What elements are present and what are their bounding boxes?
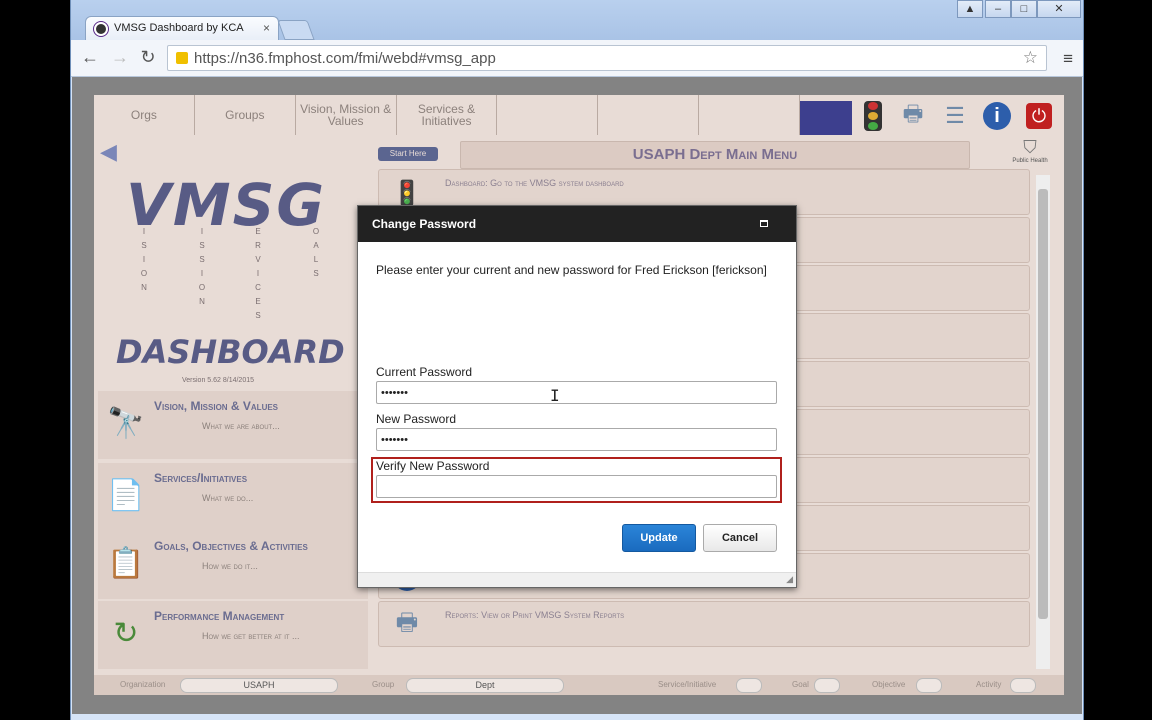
tab-strip: VMSG Dashboard by KCA × ▲ – □ ✕	[71, 0, 1083, 41]
public-health-logo: ⛉ Public Health	[1012, 137, 1048, 167]
forward-button[interactable]: →	[109, 47, 131, 68]
public-health-label: Public Health	[1012, 158, 1048, 164]
version-text: Version 5.62 8/14/2015	[182, 377, 255, 384]
favicon-icon	[94, 22, 108, 36]
clipboard-icon: 📋	[107, 546, 145, 580]
side-item-title: Vision, Mission & Values	[154, 399, 279, 413]
goal-field[interactable]	[814, 678, 840, 693]
update-button[interactable]: Update	[622, 524, 696, 552]
goal-label: Goal	[792, 680, 809, 689]
tab-close-icon[interactable]: ×	[263, 21, 270, 35]
printer-icon: 🖶	[395, 608, 419, 636]
url-host: https://n36.fmphost.com	[194, 50, 355, 67]
dialog-footer: ◢	[358, 572, 796, 587]
tab-blank-1[interactable]	[497, 95, 599, 135]
verify-password-label: Verify New Password	[376, 459, 490, 473]
objective-label: Objective	[872, 680, 906, 689]
objective-field[interactable]	[916, 678, 942, 693]
org-field[interactable]: USAPH	[180, 678, 338, 693]
new-tab-button[interactable]	[277, 20, 315, 40]
url-text: https://n36.fmphost.com/fmi/webd#vmsg_ap…	[194, 50, 496, 67]
current-password-field[interactable]	[376, 381, 777, 404]
printer-icon[interactable]: 🖶	[896, 99, 930, 133]
new-password-label: New Password	[376, 412, 457, 426]
cancel-button[interactable]: Cancel	[703, 524, 777, 552]
dashboard-logo: DASHBOARD	[116, 333, 345, 371]
dialog-header[interactable]: Change Password	[358, 206, 796, 242]
telescope-icon: 🔭	[107, 406, 145, 440]
active-nav-indicator	[800, 101, 852, 135]
change-password-dialog: Change Password Please enter your curren…	[357, 205, 797, 588]
tab-blank-2[interactable]	[598, 95, 700, 135]
start-here-button[interactable]: Start Here	[378, 147, 438, 161]
top-nav: Orgs Groups Vision, Mission & Values Ser…	[94, 95, 801, 135]
logo-letters-services: ERVICES	[255, 227, 261, 320]
traffic-light-icon[interactable]	[856, 99, 890, 133]
maximize-button[interactable]: □	[1011, 0, 1037, 18]
side-item-vision[interactable]: 🔭 Vision, Mission & Values What we are a…	[98, 391, 368, 459]
tab-orgs[interactable]: Orgs	[94, 95, 195, 135]
tab-title: VMSG Dashboard by KCA	[114, 22, 244, 34]
list-icon[interactable]: ☰	[938, 99, 972, 133]
dialog-title: Change Password	[372, 217, 477, 231]
menu-row-text: Dashboard: Go to the VMSG system dashboa…	[445, 178, 624, 188]
tab-blank-3[interactable]	[699, 95, 801, 135]
scrollbar-thumb[interactable]	[1038, 189, 1048, 619]
group-field[interactable]: Dept	[406, 678, 564, 693]
close-window-button[interactable]: ✕	[1037, 0, 1081, 18]
services-field[interactable]	[736, 678, 762, 693]
resize-grip-icon[interactable]: ◢	[786, 574, 793, 585]
lock-icon	[176, 52, 188, 64]
side-item-subtitle: How we get better at it ...	[202, 631, 300, 641]
info-icon[interactable]: i	[980, 99, 1014, 133]
user-icon[interactable]: ▲	[957, 0, 983, 18]
side-item-subtitle: What we are about...	[202, 421, 280, 431]
browser-menu-icon[interactable]: ≡	[1063, 49, 1073, 69]
logo-letters-mission: ISSION	[198, 227, 206, 306]
dialog-message: Please enter your current and new passwo…	[376, 263, 767, 277]
org-label: Organization	[120, 680, 166, 689]
current-password-label: Current Password	[376, 365, 473, 379]
side-item-subtitle: What we do...	[202, 493, 254, 503]
side-item-title: Goals, Objectives & Activities	[154, 539, 308, 553]
services-label: Service/Initiative	[658, 680, 717, 689]
minimize-button[interactable]: –	[985, 0, 1011, 18]
bookmark-star-icon[interactable]: ☆	[1023, 48, 1038, 68]
vmsg-logo: VMSG	[126, 171, 326, 239]
side-item-performance[interactable]: ↻ Performance Management How we get bett…	[98, 601, 368, 669]
back-arrow-icon[interactable]: ◀	[100, 139, 117, 165]
logo-letters-vision: ISION	[140, 227, 148, 292]
activity-field[interactable]	[1010, 678, 1036, 693]
maximize-icon[interactable]	[760, 220, 768, 227]
side-item-subtitle: How we do it...	[202, 561, 258, 571]
menu-row-reports[interactable]: 🖶 Reports: View or Print VMSG System Rep…	[378, 601, 1030, 647]
url-path: /fmi/webd#vmsg_app	[354, 50, 496, 67]
tab-groups[interactable]: Groups	[195, 95, 296, 135]
side-item-title: Performance Management	[154, 609, 285, 623]
shield-icon: ⛉	[1023, 137, 1037, 157]
page-title: USAPH Dept Main Menu	[460, 141, 970, 169]
tab-vision-mission-values[interactable]: Vision, Mission & Values	[296, 95, 397, 135]
new-password-field[interactable]	[376, 428, 777, 451]
tab-services-initiatives[interactable]: Services & Initiatives	[397, 95, 498, 135]
address-bar[interactable]: https://n36.fmphost.com/fmi/webd#vmsg_ap…	[167, 45, 1047, 71]
side-item-goals[interactable]: 📋 Goals, Objectives & Activities How we …	[98, 531, 368, 599]
browser-tab[interactable]: VMSG Dashboard by KCA ×	[85, 16, 279, 41]
reload-button[interactable]: ↻	[137, 47, 159, 68]
side-item-services[interactable]: 📄 Services/Initiatives What we do...	[98, 463, 368, 531]
group-label: Group	[372, 680, 395, 689]
activity-label: Activity	[976, 680, 1002, 689]
refresh-arrow-icon: ↻	[113, 616, 139, 650]
context-statusbar: Organization USAPH Group Dept Service/In…	[94, 675, 1064, 695]
menu-row-text: Reports: View or Print VMSG System Repor…	[445, 610, 625, 620]
documents-icon: 📄	[107, 478, 145, 512]
menu-scrollbar[interactable]	[1036, 175, 1050, 669]
browser-toolbar: ← → ↻ https://n36.fmphost.com/fmi/webd#v…	[71, 40, 1083, 77]
power-icon[interactable]: ⏻	[1022, 99, 1056, 133]
verify-password-field[interactable]	[376, 475, 777, 498]
side-item-title: Services/Initiatives	[154, 471, 248, 485]
text-cursor-icon: I	[550, 386, 560, 405]
logo-letters-goals: OALS	[312, 227, 320, 278]
back-button[interactable]: ←	[79, 47, 101, 68]
